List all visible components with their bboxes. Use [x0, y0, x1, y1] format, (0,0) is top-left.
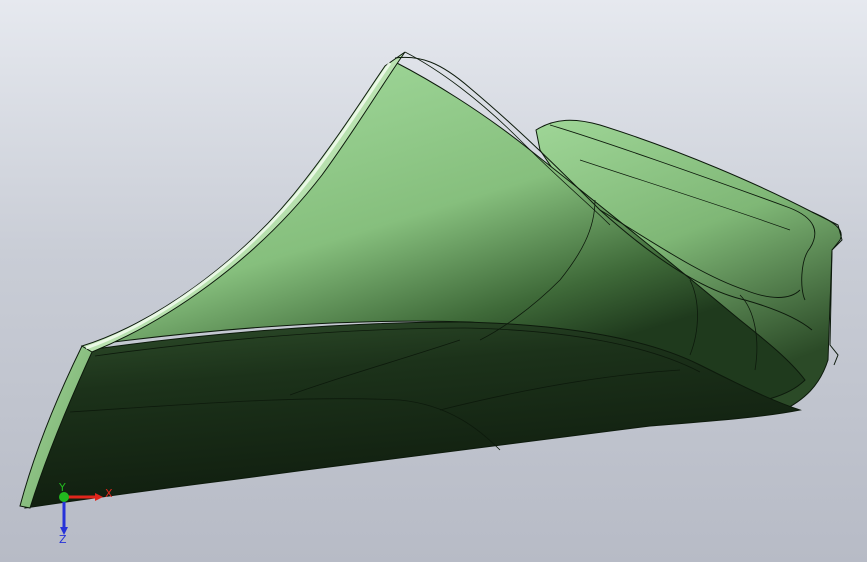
- model-view[interactable]: X Y Z: [0, 0, 867, 562]
- z-axis-label: Z: [59, 533, 67, 546]
- graphics-viewport[interactable]: X Y Z: [0, 0, 867, 562]
- x-axis-label: X: [105, 487, 113, 500]
- y-axis-label: Y: [58, 481, 66, 494]
